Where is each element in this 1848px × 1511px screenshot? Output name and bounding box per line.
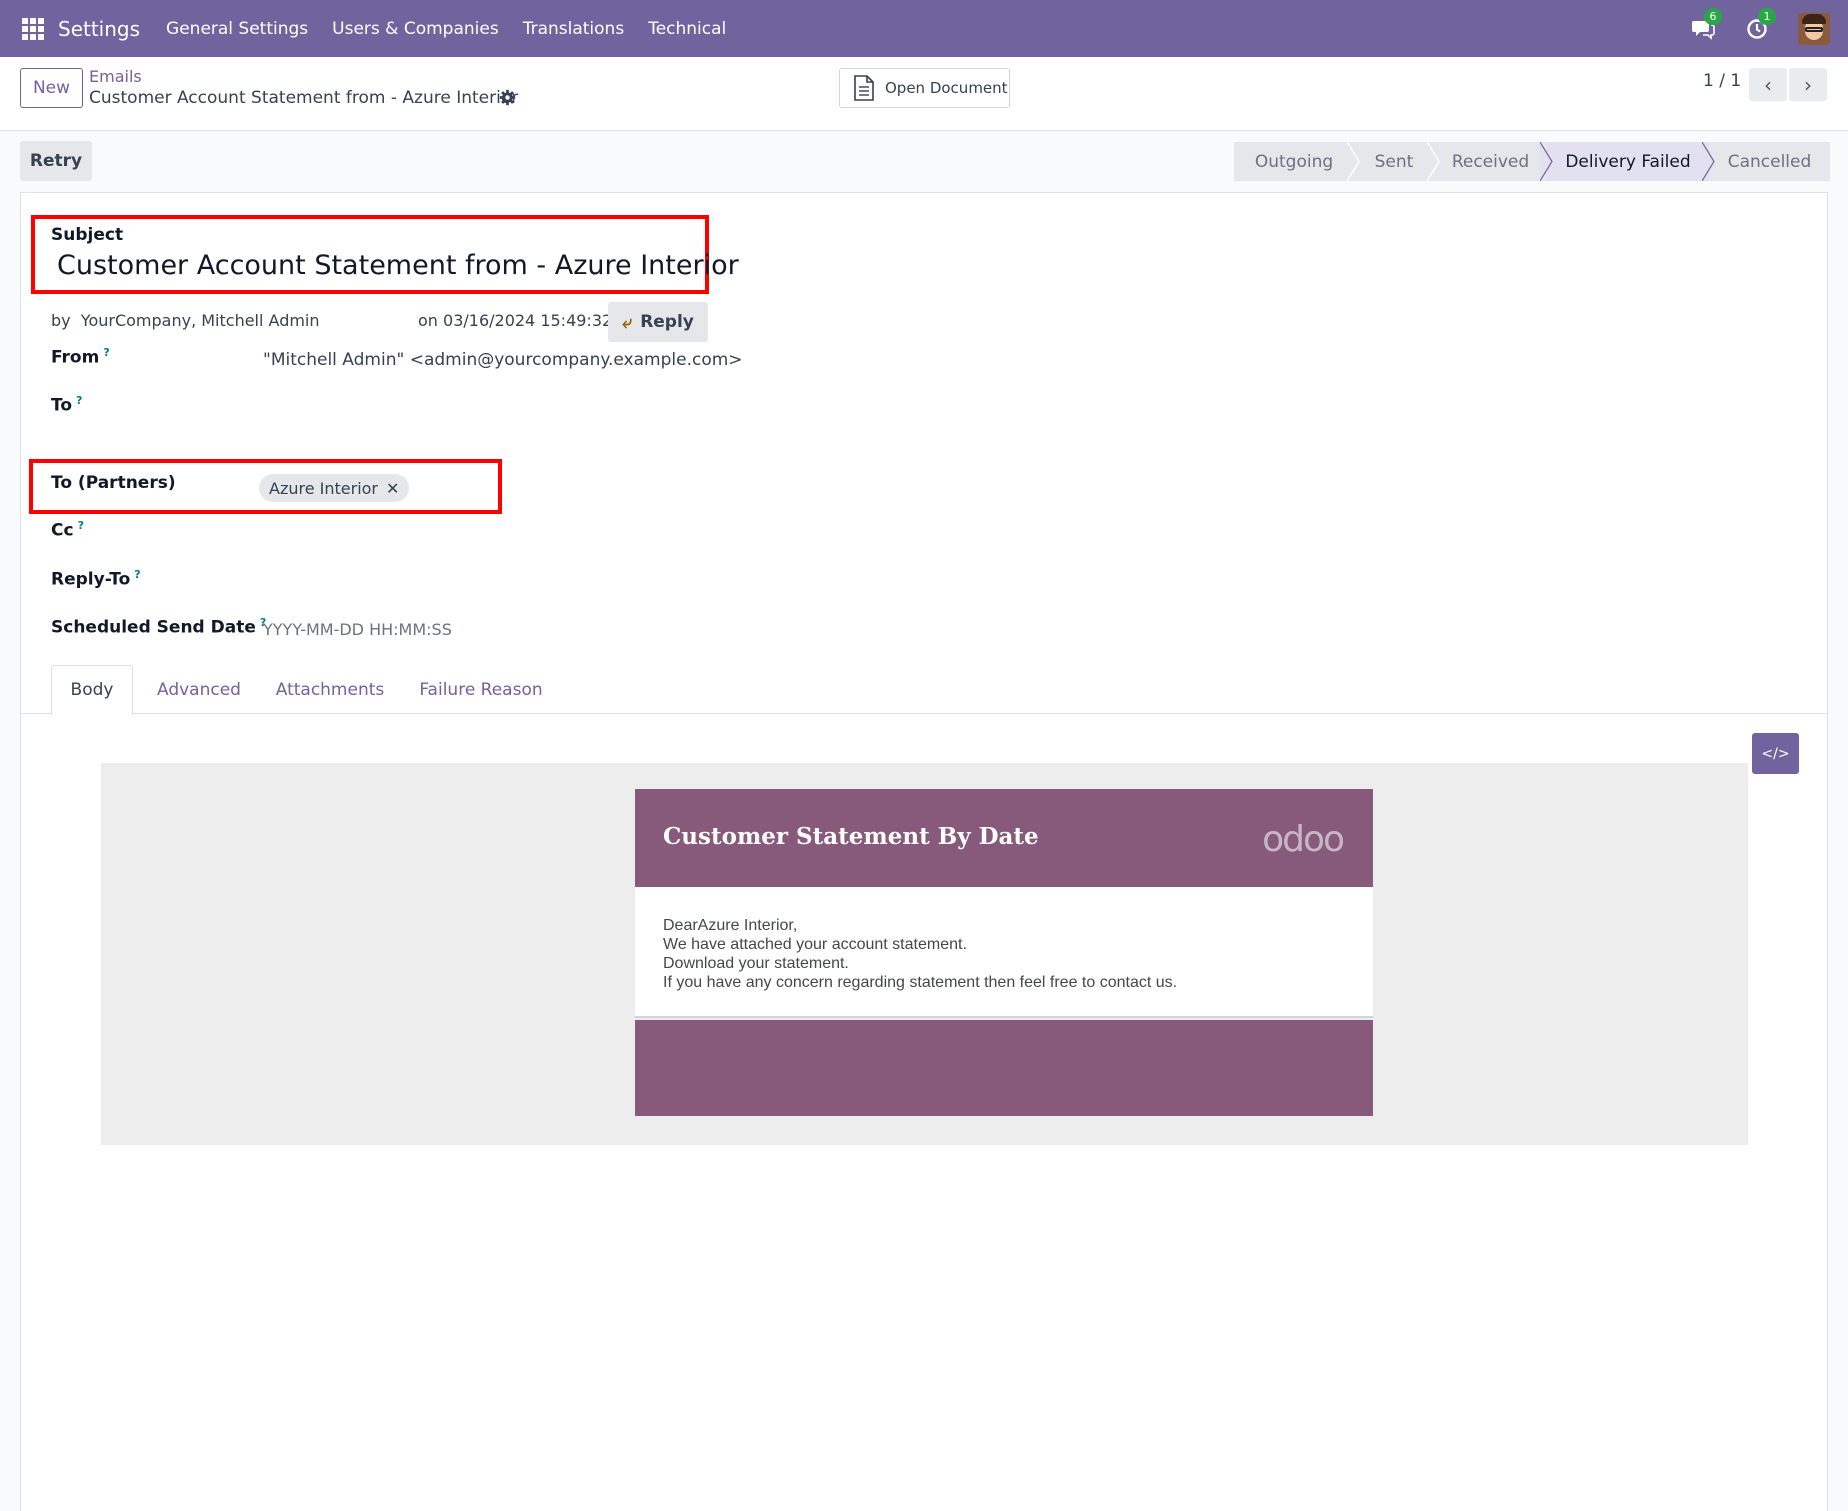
pager-previous-button[interactable]: ‹ xyxy=(1749,68,1787,101)
odoo-logo: odoo xyxy=(1262,819,1345,860)
reply-label: Reply xyxy=(640,312,694,332)
code-icon: </> xyxy=(1761,745,1790,762)
author-line: by YourCompany, Mitchell Admin xyxy=(51,311,320,330)
pager-value[interactable]: 1 / 1 xyxy=(1703,71,1741,91)
tab-failure-reason[interactable]: Failure Reason xyxy=(411,665,551,714)
scheduled-date-label: Scheduled Send Date? xyxy=(51,616,267,638)
email-content: DearAzure Interior, We have attached you… xyxy=(635,887,1373,1018)
author-name[interactable]: YourCompany, Mitchell Admin xyxy=(81,311,320,330)
messages-badge: 6 xyxy=(1704,7,1722,25)
control-panel: New Emails Customer Account Statement fr… xyxy=(0,57,1848,131)
to-partners-label: To (Partners) xyxy=(51,473,176,493)
reply-to-label: Reply-To? xyxy=(51,568,141,590)
from-label: From? xyxy=(51,346,110,368)
stage-delivery-failed[interactable]: Delivery Failed xyxy=(1547,142,1715,181)
user-avatar[interactable] xyxy=(1798,12,1830,45)
breadcrumb-current-record: Customer Account Statement from - Azure … xyxy=(89,88,519,108)
help-icon[interactable]: ? xyxy=(76,394,82,407)
notebook-tabs: Body Advanced Attachments Failure Reason xyxy=(21,665,1827,715)
email-line: Download your statement. xyxy=(663,955,849,972)
by-prefix: by xyxy=(51,311,71,330)
breadcrumb-emails[interactable]: Emails xyxy=(89,67,142,86)
message-date: on 03/16/2024 15:49:32 xyxy=(418,311,613,330)
scheduled-date-input[interactable]: YYYY-MM-DD HH:MM:SS xyxy=(263,620,452,639)
retry-button[interactable]: Retry xyxy=(20,141,92,181)
activities-badge: 1 xyxy=(1758,7,1776,25)
close-icon[interactable]: ✕ xyxy=(386,479,399,498)
email-header: Customer Statement By Date odoo xyxy=(635,789,1373,887)
tab-attachments[interactable]: Attachments xyxy=(267,665,393,714)
email-line: If you have any concern regarding statem… xyxy=(663,974,1178,991)
app-brand[interactable]: Settings xyxy=(58,17,140,41)
stage-outgoing[interactable]: Outgoing xyxy=(1234,142,1360,181)
gear-icon[interactable] xyxy=(499,89,516,106)
reply-button[interactable]: ⤶ Reply xyxy=(608,302,708,342)
stage-cancelled[interactable]: Cancelled xyxy=(1709,142,1830,181)
email-line: DearAzure Interior, xyxy=(663,917,798,934)
new-button[interactable]: New xyxy=(20,68,83,108)
menu-translations[interactable]: Translations xyxy=(523,19,625,39)
email-line: We have attached your account statement. xyxy=(663,936,967,953)
status-bar: Outgoing Sent Received Delivery Failed C… xyxy=(1234,142,1830,181)
subject-label: Subject xyxy=(51,225,124,245)
email-body-preview[interactable]: Customer Statement By Date odoo DearAzur… xyxy=(101,763,1748,1145)
menu-technical[interactable]: Technical xyxy=(648,19,726,39)
email-title: Customer Statement By Date xyxy=(663,823,1039,850)
partner-tag[interactable]: Azure Interior ✕ xyxy=(259,474,410,502)
messages-icon[interactable]: 6 xyxy=(1690,7,1722,42)
stage-received[interactable]: Received xyxy=(1434,142,1553,181)
tab-advanced[interactable]: Advanced xyxy=(151,665,247,714)
email-footer xyxy=(635,1020,1373,1116)
menu-users-companies[interactable]: Users & Companies xyxy=(332,19,499,39)
tab-body[interactable]: Body xyxy=(51,665,133,715)
form-sheet: Subject Customer Account Statement from … xyxy=(20,192,1828,1511)
code-view-button[interactable]: </> xyxy=(1752,733,1799,774)
stage-sent[interactable]: Sent xyxy=(1354,142,1440,181)
cc-label: Cc? xyxy=(51,519,84,541)
pager-next-button[interactable]: › xyxy=(1789,68,1827,101)
apps-menu-icon[interactable] xyxy=(22,17,44,40)
email-card: Customer Statement By Date odoo DearAzur… xyxy=(635,789,1373,1116)
help-icon[interactable]: ? xyxy=(103,346,109,359)
menu-general-settings[interactable]: General Settings xyxy=(166,19,308,39)
open-document-button[interactable]: Open Document xyxy=(839,68,1010,108)
help-icon[interactable]: ? xyxy=(134,568,140,581)
partner-tag-label: Azure Interior xyxy=(269,478,379,498)
activity-clock-icon[interactable]: 1 xyxy=(1744,7,1776,42)
from-field[interactable]: "Mitchell Admin" <admin@yourcompany.exam… xyxy=(263,350,743,370)
reply-arrow-icon: ⤶ xyxy=(622,311,633,333)
chevron-left-icon: ‹ xyxy=(1764,72,1772,97)
open-document-label: Open Document xyxy=(885,79,1008,97)
top-navbar: Settings General Settings Users & Compan… xyxy=(0,0,1848,57)
subject-field[interactable]: Customer Account Statement from - Azure … xyxy=(57,250,739,281)
chevron-right-icon: › xyxy=(1804,72,1812,97)
document-icon xyxy=(854,75,874,101)
help-icon[interactable]: ? xyxy=(78,519,84,532)
to-label: To? xyxy=(51,394,83,416)
